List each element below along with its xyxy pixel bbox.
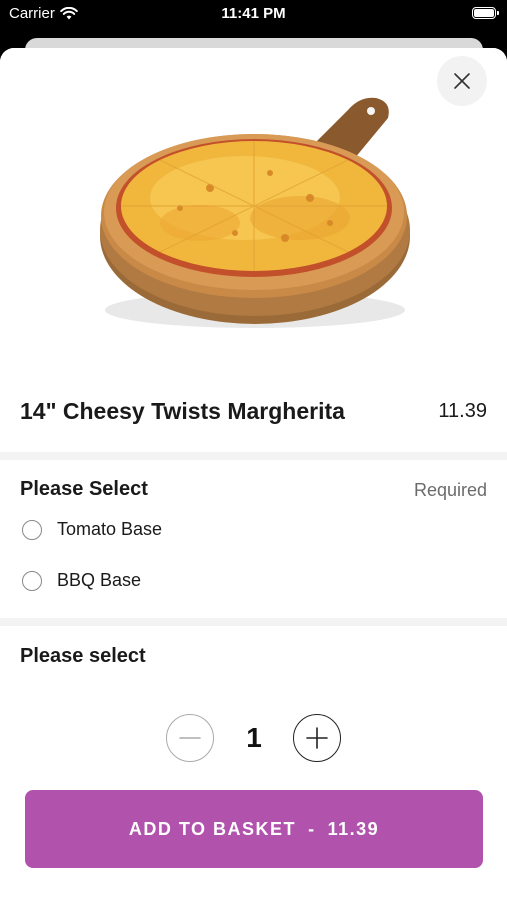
- close-button[interactable]: [437, 56, 487, 106]
- add-button-price: 11.39: [327, 818, 380, 839]
- battery-icon: [472, 7, 499, 19]
- product-name: 14" Cheesy Twists Margherita: [20, 398, 345, 424]
- add-button-label: ADD TO BASKET: [128, 818, 297, 839]
- bottom-action-area: 1 ADD TO BASKET - 11.39: [0, 688, 507, 900]
- decrease-quantity-button[interactable]: [166, 714, 214, 762]
- minus-icon: [179, 737, 201, 739]
- section-title-select: Please select: [20, 645, 146, 667]
- option-label: Tomato Base: [57, 519, 163, 539]
- section-divider: [0, 618, 507, 626]
- status-bar: Carrier 11:41 PM: [0, 0, 507, 30]
- increase-quantity-button[interactable]: [293, 714, 341, 762]
- product-title-row: 14" Cheesy Twists Margherita 11.39: [0, 388, 507, 440]
- status-time: 11:41 PM: [221, 5, 286, 22]
- add-button-separator: -: [308, 818, 316, 839]
- option-bbq-base[interactable]: BBQ Base: [22, 570, 141, 591]
- close-icon: [454, 73, 470, 89]
- option-tomato-base[interactable]: Tomato Base: [22, 519, 162, 540]
- add-to-basket-button[interactable]: ADD TO BASKET - 11.39: [25, 790, 483, 868]
- plus-icon: [306, 727, 328, 749]
- section-divider: [0, 452, 507, 460]
- product-sheet: 14" Cheesy Twists Margherita 11.39 Pleas…: [0, 48, 507, 900]
- option-label: BBQ Base: [57, 570, 142, 590]
- section-title-base: Please Select: [20, 478, 148, 500]
- radio-button[interactable]: [22, 570, 42, 591]
- required-label: Required: [413, 480, 487, 500]
- product-price: 11.39: [438, 400, 487, 422]
- pizza-image: [0, 48, 507, 378]
- quantity-value: 1: [246, 722, 262, 753]
- radio-button[interactable]: [22, 519, 42, 540]
- quantity-stepper: 1: [0, 714, 507, 764]
